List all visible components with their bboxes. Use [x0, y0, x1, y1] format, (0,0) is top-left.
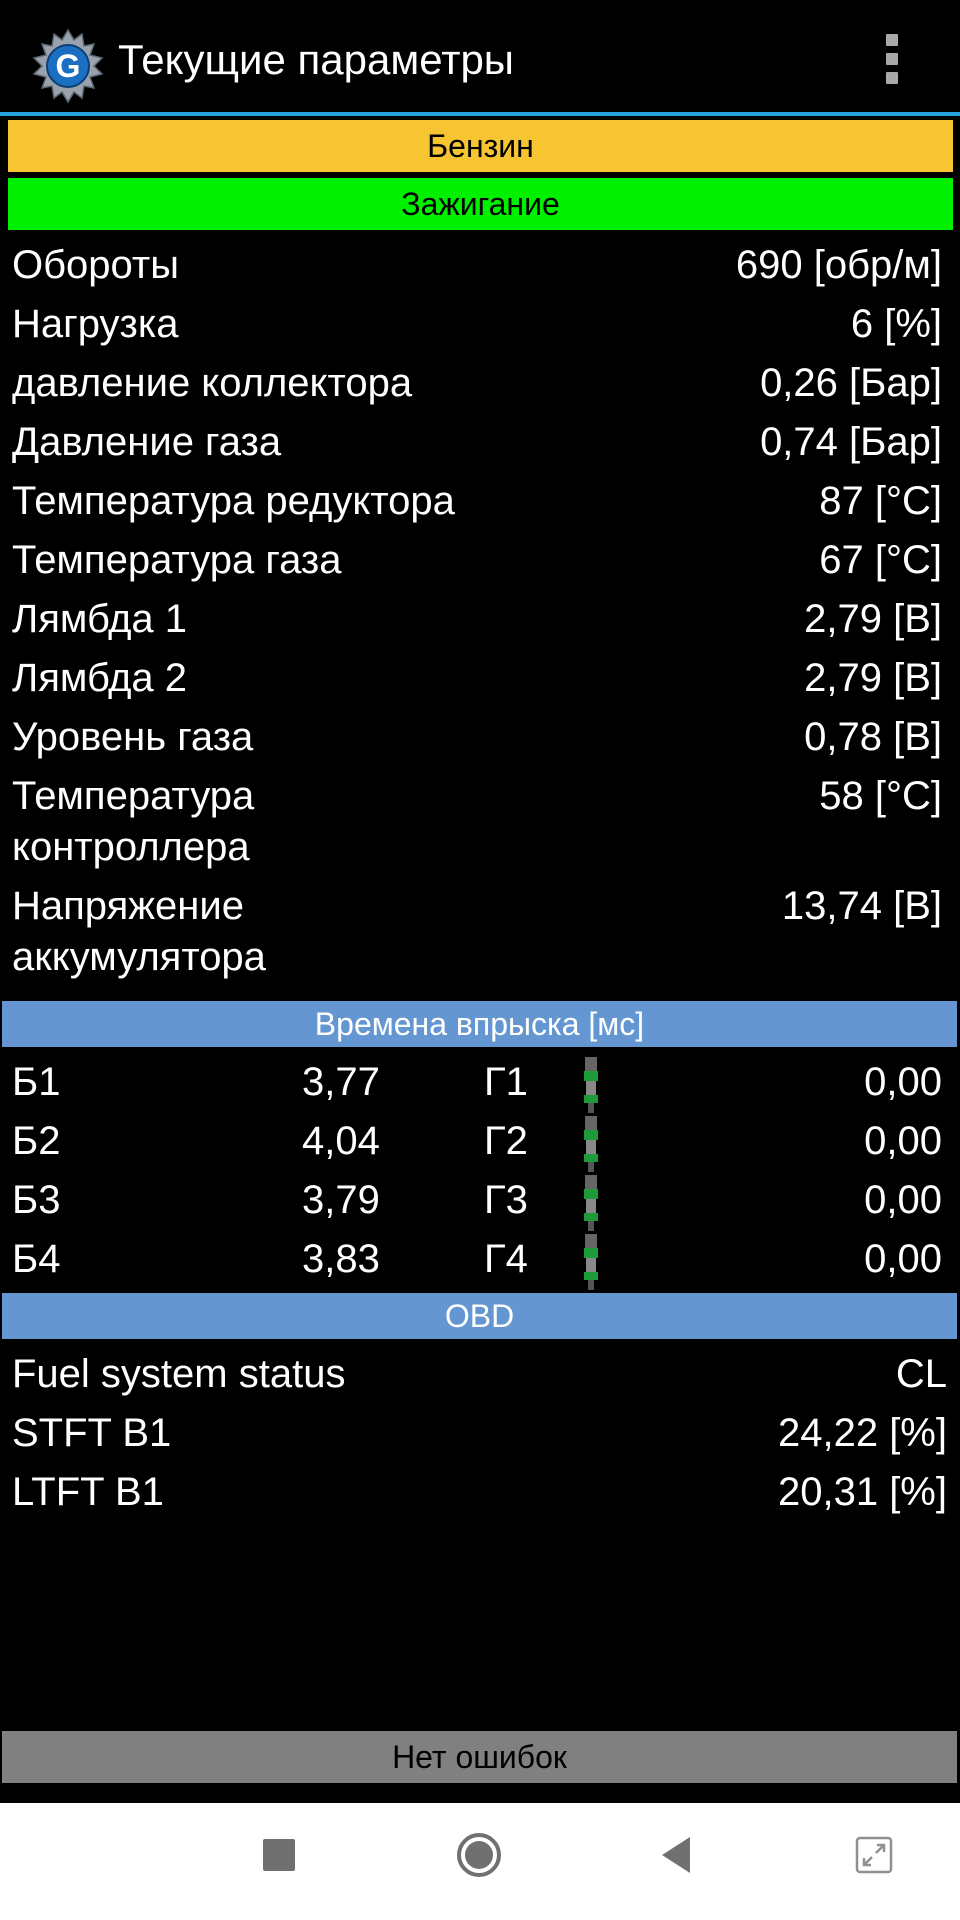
param-value: 0,26 [Бар] — [760, 361, 942, 405]
petrol-injection-time: 4,04 — [302, 1119, 380, 1163]
parameters-list: Обороты 690 [обр/м] Нагрузка 6 [%] давлени… — [12, 240, 942, 991]
obd-label: LTFT B1 — [12, 1470, 164, 1514]
param-value: 0,78 [В] — [804, 715, 942, 759]
gas-cylinder-label: Г4 — [484, 1237, 528, 1281]
param-value: 67 [°C] — [819, 538, 942, 582]
param-value: 0,74 [Бар] — [760, 420, 942, 464]
param-row: Обороты 690 [обр/м] — [12, 240, 942, 299]
param-label: Давление газа — [12, 420, 282, 464]
page-title: Текущие параметры — [118, 36, 514, 83]
param-value: 2,79 [В] — [804, 656, 942, 700]
home-circle-icon[interactable] — [456, 1832, 502, 1878]
petrol-injection-time: 3,77 — [302, 1060, 380, 1104]
param-row: Температура газа 67 [°C] — [12, 535, 942, 594]
injector-icon — [584, 1116, 598, 1172]
app-bar: G Текущие параметры — [0, 0, 960, 116]
param-value: 2,79 [В] — [804, 597, 942, 641]
expand-icon[interactable] — [855, 1836, 893, 1874]
param-row: Напряжение аккумулятора 13,74 [В] — [12, 881, 942, 991]
param-label: Лямбда 1 — [12, 597, 188, 641]
param-row: Температура редуктора 87 [°C] — [12, 476, 942, 535]
obd-row: STFT B1 24,22 [%] — [12, 1404, 947, 1463]
obd-label: Fuel system status — [12, 1352, 346, 1396]
param-value: 690 [обр/м] — [735, 243, 942, 287]
injector-icon — [584, 1234, 598, 1290]
obd-header: OBD — [2, 1293, 957, 1339]
param-row: Температура контроллера 58 [°C] — [12, 771, 942, 881]
injection-row: Б3 3,79 Г3 0,00 — [12, 1171, 942, 1231]
gas-cylinder-label: Г3 — [484, 1178, 528, 1222]
param-label: Нагрузка — [12, 302, 179, 346]
injector-icon — [584, 1175, 598, 1231]
param-row: Лямбда 2 2,79 [В] — [12, 653, 942, 712]
petrol-cylinder-label: Б2 — [12, 1119, 61, 1163]
param-label: Температура контроллера — [12, 774, 255, 869]
param-value: 87 [°C] — [819, 479, 942, 523]
obd-row: LTFT B1 20,31 [%] — [12, 1463, 947, 1522]
param-value: 13,74 [В] — [781, 884, 942, 928]
param-label: Лямбда 2 — [12, 656, 188, 700]
injection-times-header: Времена впрыска [мс] — [2, 1001, 957, 1047]
system-navigation-bar — [0, 1803, 960, 1920]
gas-injection-time: 0,00 — [864, 1060, 942, 1104]
obd-list: Fuel system status CL STFT B1 24,22 [%] LT… — [12, 1345, 947, 1522]
param-label: Напряжение аккумулятора — [12, 884, 266, 979]
injection-row: Б1 3,77 Г1 0,00 — [12, 1053, 942, 1113]
recents-square-icon[interactable] — [263, 1839, 295, 1871]
petrol-cylinder-label: Б4 — [12, 1237, 61, 1281]
gas-cylinder-label: Г1 — [484, 1060, 528, 1104]
overflow-menu-icon[interactable] — [872, 28, 912, 90]
errors-status-button[interactable]: Нет ошибок — [2, 1731, 957, 1783]
gas-injection-time: 0,00 — [864, 1119, 942, 1163]
petrol-cylinder-label: Б3 — [12, 1178, 61, 1222]
param-row: Лямбда 1 2,79 [В] — [12, 594, 942, 653]
fuel-type-banner: Бензин — [8, 120, 953, 172]
logo-letter: G — [56, 48, 81, 84]
param-row: Давление газа 0,74 [Бар] — [12, 417, 942, 476]
obd-value: 24,22 [%] — [777, 1411, 947, 1455]
obd-value: 20,31 [%] — [777, 1470, 947, 1514]
petrol-cylinder-label: Б1 — [12, 1060, 61, 1104]
ignition-status-banner: Зажигание — [8, 178, 953, 230]
obd-value: CL — [895, 1352, 947, 1396]
gas-injection-time: 0,00 — [864, 1178, 942, 1222]
petrol-injection-time: 3,79 — [302, 1178, 380, 1222]
gas-cylinder-label: Г2 — [484, 1119, 528, 1163]
injection-row: Б4 3,83 Г4 0,00 — [12, 1230, 942, 1290]
param-label: Температура редуктора — [12, 479, 455, 523]
param-label: Уровень газа — [12, 715, 254, 759]
param-label: Температура газа — [12, 538, 342, 582]
back-triangle-icon[interactable] — [660, 1835, 692, 1875]
obd-label: STFT B1 — [12, 1411, 172, 1455]
obd-row: Fuel system status CL — [12, 1345, 947, 1404]
injection-table: Б1 3,77 Г1 0,00 Б2 4,04 Г2 0,00 Б3 3,79 … — [12, 1053, 942, 1290]
param-label: Обороты — [12, 243, 179, 287]
param-value: 6 [%] — [850, 302, 942, 346]
param-row: давление коллектора 0,26 [Бар] — [12, 358, 942, 417]
param-value: 58 [°C] — [819, 774, 942, 818]
gear-logo-icon: G — [32, 28, 104, 104]
injection-row: Б2 4,04 Г2 0,00 — [12, 1112, 942, 1172]
param-label: давление коллектора — [12, 361, 413, 405]
injector-icon — [584, 1057, 598, 1113]
petrol-injection-time: 3,83 — [302, 1237, 380, 1281]
param-row: Нагрузка 6 [%] — [12, 299, 942, 358]
param-row: Уровень газа 0,78 [В] — [12, 712, 942, 771]
gas-injection-time: 0,00 — [864, 1237, 942, 1281]
